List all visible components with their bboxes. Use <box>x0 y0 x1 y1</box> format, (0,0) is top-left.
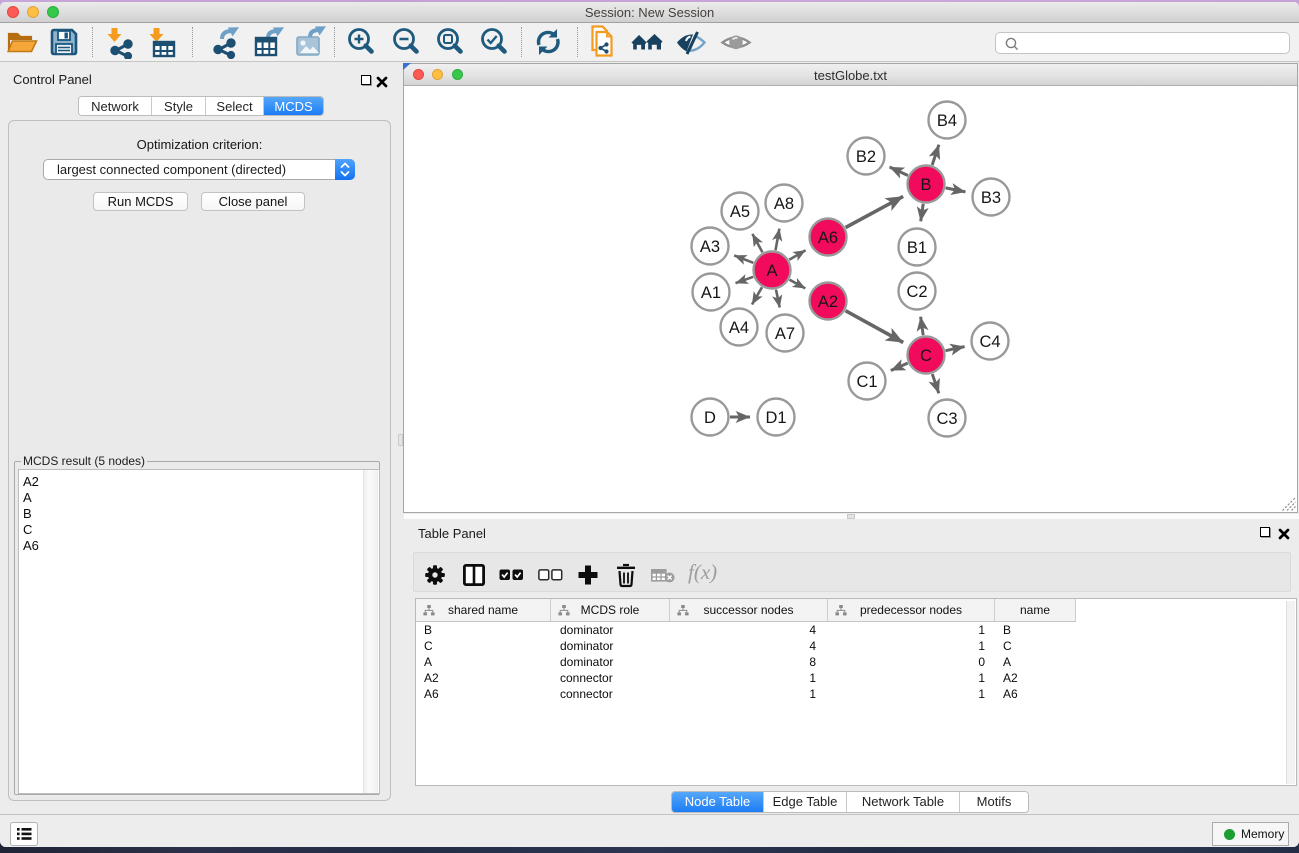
svg-text:A2: A2 <box>818 293 838 311</box>
svg-text:C4: C4 <box>979 333 1000 351</box>
svg-text:C2: C2 <box>906 283 927 301</box>
svg-text:B3: B3 <box>981 189 1001 207</box>
svg-text:C1: C1 <box>856 373 877 391</box>
svg-text:A6: A6 <box>818 229 838 247</box>
svg-text:A1: A1 <box>701 284 721 302</box>
svg-text:A4: A4 <box>729 319 749 337</box>
svg-text:A8: A8 <box>774 195 794 213</box>
svg-text:A: A <box>766 262 777 280</box>
svg-text:A7: A7 <box>775 325 795 343</box>
svg-text:D1: D1 <box>765 409 786 427</box>
svg-text:C: C <box>920 347 932 365</box>
svg-text:D: D <box>704 409 716 427</box>
svg-text:B: B <box>920 176 931 194</box>
svg-text:B4: B4 <box>937 112 957 130</box>
svg-text:C3: C3 <box>936 410 957 428</box>
svg-text:A5: A5 <box>730 203 750 221</box>
svg-text:A3: A3 <box>700 238 720 256</box>
svg-text:B2: B2 <box>856 148 876 166</box>
svg-text:B1: B1 <box>907 239 927 257</box>
